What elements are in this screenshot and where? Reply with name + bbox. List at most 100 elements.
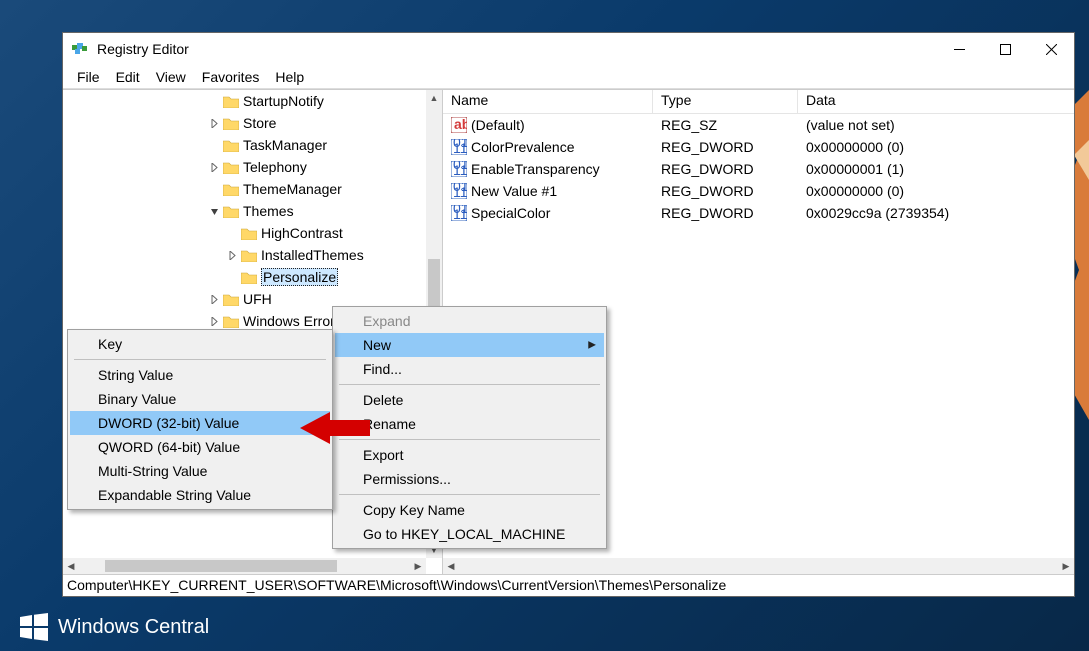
column-type[interactable]: Type — [653, 90, 798, 113]
menu-item[interactable]: Find... — [335, 357, 604, 381]
column-data[interactable]: Data — [798, 90, 1074, 113]
value-name: ColorPrevalence — [471, 139, 575, 155]
tree-item[interactable]: Personalize — [63, 266, 399, 288]
close-button[interactable] — [1028, 34, 1074, 64]
tree-item[interactable]: Store — [63, 112, 399, 134]
maximize-button[interactable] — [982, 34, 1028, 64]
menu-item[interactable]: Rename — [335, 412, 604, 436]
menu-file[interactable]: File — [69, 67, 108, 87]
reg-dword-icon — [451, 161, 467, 177]
context-submenu-new[interactable]: Key String ValueBinary ValueDWORD (32-bit… — [67, 329, 333, 510]
tree-expander-icon[interactable] — [225, 270, 239, 284]
tree-item[interactable]: InstalledThemes — [63, 244, 399, 266]
menu-separator — [339, 439, 600, 440]
reg-dword-icon — [451, 205, 467, 221]
folder-icon — [223, 183, 239, 196]
tree-label: StartupNotify — [243, 93, 324, 109]
tree-expander-icon[interactable] — [207, 292, 221, 306]
menu-item[interactable]: Copy Key Name — [335, 498, 604, 522]
menu-item[interactable]: QWORD (64-bit) Value — [70, 435, 330, 459]
scroll-left-icon[interactable]: ◀ — [443, 558, 459, 574]
menu-separator — [339, 384, 600, 385]
value-data: (value not set) — [806, 117, 895, 133]
menu-favorites[interactable]: Favorites — [194, 67, 268, 87]
watermark: Windows Central — [20, 613, 209, 641]
column-headers[interactable]: Name Type Data — [443, 90, 1074, 114]
value-name: New Value #1 — [471, 183, 557, 199]
tree-expander-icon[interactable] — [207, 204, 221, 218]
context-menu[interactable]: ExpandNew▶Find... DeleteRename ExportPermi… — [332, 306, 607, 549]
tree-expander-icon[interactable] — [207, 182, 221, 196]
windows-logo-icon — [20, 613, 48, 641]
tree-expander-icon[interactable] — [207, 138, 221, 152]
registry-value-row[interactable]: (Default) REG_SZ (value not set) — [443, 114, 1074, 136]
scroll-right-icon[interactable]: ▶ — [1058, 558, 1074, 574]
folder-icon — [223, 161, 239, 174]
value-data: 0x00000000 (0) — [806, 183, 904, 199]
menu-item[interactable]: Export — [335, 443, 604, 467]
menu-edit[interactable]: Edit — [108, 67, 148, 87]
tree-item[interactable]: Themes — [63, 200, 399, 222]
menubar: File Edit View Favorites Help — [63, 65, 1074, 89]
menu-separator — [339, 494, 600, 495]
registry-value-row[interactable]: EnableTransparency REG_DWORD 0x00000001 … — [443, 158, 1074, 180]
registry-value-row[interactable]: ColorPrevalence REG_DWORD 0x00000000 (0) — [443, 136, 1074, 158]
watermark-text: Windows Central — [58, 616, 209, 639]
menu-item[interactable]: Permissions... — [335, 467, 604, 491]
column-name[interactable]: Name — [443, 90, 653, 113]
menu-item[interactable]: Expand — [335, 309, 604, 333]
value-type: REG_SZ — [661, 117, 717, 133]
tree-expander-icon[interactable] — [207, 160, 221, 174]
tree-label: Telephony — [243, 159, 307, 175]
tree-label: TaskManager — [243, 137, 327, 153]
menu-item[interactable]: Binary Value — [70, 387, 330, 411]
menu-item[interactable]: Key — [70, 332, 330, 356]
minimize-button[interactable] — [936, 34, 982, 64]
tree-item[interactable]: HighContrast — [63, 222, 399, 244]
folder-icon — [223, 293, 239, 306]
folder-icon — [241, 227, 257, 240]
value-type: REG_DWORD — [661, 161, 754, 177]
value-type: REG_DWORD — [661, 183, 754, 199]
reg-dword-icon — [451, 183, 467, 199]
scroll-up-icon[interactable]: ▲ — [426, 90, 442, 106]
menu-item[interactable]: New▶ — [335, 333, 604, 357]
menu-item[interactable]: Expandable String Value — [70, 483, 330, 507]
folder-icon — [223, 315, 239, 328]
folder-icon — [223, 95, 239, 108]
tree-label: Themes — [243, 203, 294, 219]
reg-sz-icon — [451, 117, 467, 133]
menu-help[interactable]: Help — [267, 67, 312, 87]
menu-item[interactable]: Multi-String Value — [70, 459, 330, 483]
registry-value-row[interactable]: SpecialColor REG_DWORD 0x0029cc9a (27393… — [443, 202, 1074, 224]
value-name: SpecialColor — [471, 205, 550, 221]
tree-item[interactable]: ThemeManager — [63, 178, 399, 200]
tree-expander-icon[interactable] — [207, 116, 221, 130]
submenu-arrow-icon: ▶ — [588, 340, 596, 351]
menu-item[interactable]: String Value — [70, 363, 330, 387]
tree-expander-icon[interactable] — [225, 226, 239, 240]
scroll-right-icon[interactable]: ▶ — [410, 558, 426, 574]
folder-icon — [223, 139, 239, 152]
menu-item[interactable]: Delete — [335, 388, 604, 412]
tree-expander-icon[interactable] — [207, 314, 221, 328]
registry-value-row[interactable]: New Value #1 REG_DWORD 0x00000000 (0) — [443, 180, 1074, 202]
value-data: 0x00000001 (1) — [806, 161, 904, 177]
value-data: 0x00000000 (0) — [806, 139, 904, 155]
tree-expander-icon[interactable] — [225, 248, 239, 262]
titlebar[interactable]: Registry Editor — [63, 33, 1074, 65]
value-name: EnableTransparency — [471, 161, 600, 177]
scroll-left-icon[interactable]: ◀ — [63, 558, 79, 574]
tree-horizontal-scrollbar[interactable]: ◀ ▶ — [63, 558, 426, 574]
menu-item[interactable]: Go to HKEY_LOCAL_MACHINE — [335, 522, 604, 546]
tree-item[interactable]: TaskManager — [63, 134, 399, 156]
tree-expander-icon[interactable] — [207, 94, 221, 108]
menu-item[interactable]: DWORD (32-bit) Value — [70, 411, 330, 435]
menu-view[interactable]: View — [148, 67, 194, 87]
tree-item[interactable]: StartupNotify — [63, 90, 399, 112]
list-horizontal-scrollbar[interactable]: ◀ ▶ — [443, 558, 1074, 574]
window-title: Registry Editor — [97, 41, 936, 57]
tree-label: UFH — [243, 291, 272, 307]
tree-item[interactable]: Telephony — [63, 156, 399, 178]
app-icon — [71, 40, 89, 58]
